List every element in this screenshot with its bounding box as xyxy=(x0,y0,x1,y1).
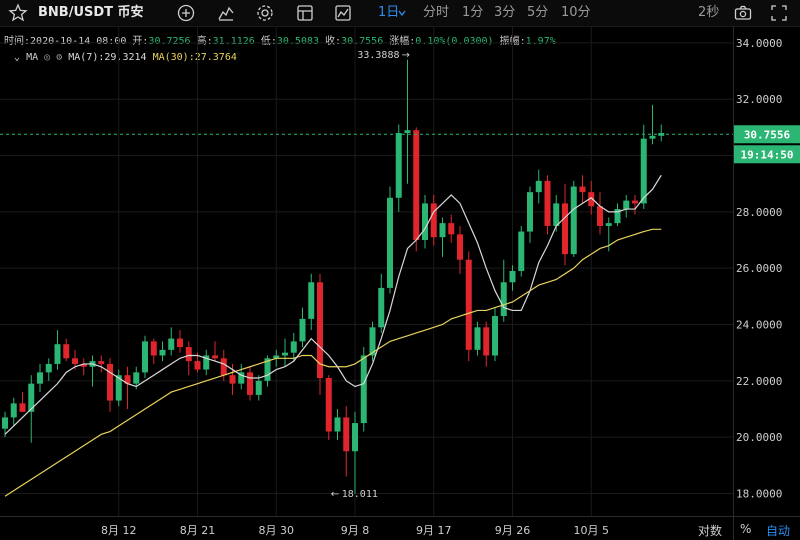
y-tick-label: 22.0000 xyxy=(736,375,782,388)
candle-down xyxy=(177,338,183,348)
candle-up xyxy=(500,282,507,317)
candle-down xyxy=(325,378,332,432)
y-tick-label: 28.0000 xyxy=(736,206,782,219)
candle-up xyxy=(387,197,393,288)
y-tick-label: 32.0000 xyxy=(736,93,782,106)
candle-up xyxy=(10,403,17,418)
candle-up xyxy=(308,282,315,319)
candle-up xyxy=(439,223,446,238)
candle-up xyxy=(640,138,647,204)
x-tick-label: 8月 30 xyxy=(259,524,295,537)
candle-up xyxy=(255,380,262,395)
candle-down xyxy=(448,223,455,235)
candle-up xyxy=(623,200,630,210)
candle-up xyxy=(422,203,428,241)
candle-up xyxy=(404,130,411,134)
x-tick-label: 9月 17 xyxy=(416,524,452,537)
candle-down xyxy=(413,130,420,241)
low-marker-label: 18.011 xyxy=(342,489,378,500)
candle-down xyxy=(247,372,253,395)
candle-down xyxy=(343,417,350,452)
candle-up xyxy=(133,372,140,384)
x-tick-label: 8月 12 xyxy=(101,524,137,537)
candle-up xyxy=(54,344,61,364)
candle-up xyxy=(290,341,297,353)
y-tick-label: 34.0000 xyxy=(736,37,782,50)
candle-up xyxy=(649,135,656,139)
x-tick-label: 9月 26 xyxy=(495,524,531,537)
log-scale-toggle[interactable]: 对数 xyxy=(698,522,722,539)
candle-down xyxy=(212,355,218,359)
candle-up xyxy=(605,223,612,226)
x-tick-label: 8月 21 xyxy=(180,524,216,537)
y-tick-label: 20.0000 xyxy=(736,431,782,444)
candle-up xyxy=(378,287,385,328)
y-tick-label: 24.0000 xyxy=(736,319,782,332)
y-tick-label: 26.0000 xyxy=(736,262,782,275)
candle-down xyxy=(579,186,586,193)
candle-up xyxy=(509,271,516,283)
candle-down xyxy=(63,344,70,359)
auto-scale-toggle[interactable]: 自动 xyxy=(766,522,790,539)
candle-down xyxy=(483,327,490,356)
candle-up xyxy=(142,341,148,373)
candle-down xyxy=(185,347,192,362)
candle-down xyxy=(632,200,638,204)
candle-up xyxy=(168,338,175,350)
candle-up xyxy=(518,231,525,271)
candle-down xyxy=(194,361,201,370)
candle-down xyxy=(465,259,472,350)
x-tick-label: 10月 5 xyxy=(574,524,610,537)
last-price-label: 30.7556 xyxy=(744,128,791,141)
candle-down xyxy=(562,203,568,255)
candle-down xyxy=(150,341,157,356)
candle-up xyxy=(352,423,358,452)
candle-up xyxy=(159,349,166,356)
candle-down xyxy=(19,403,26,412)
candle-up xyxy=(45,363,52,373)
candle-down xyxy=(107,363,113,401)
candle-up xyxy=(395,133,402,198)
y-tick-label: 18.0000 xyxy=(736,487,782,500)
percent-scale-toggle[interactable]: % xyxy=(740,522,751,536)
candle-down xyxy=(98,361,105,364)
candle-up xyxy=(570,186,577,255)
candle-up xyxy=(299,318,306,342)
candle-down xyxy=(597,206,603,226)
high-marker-arrow: → xyxy=(402,50,410,61)
candle-up xyxy=(492,316,498,356)
candle-down xyxy=(430,203,437,238)
countdown-label: 19:14:50 xyxy=(741,148,794,161)
candle-up xyxy=(37,372,43,384)
candle-down xyxy=(457,234,463,260)
low-marker-arrow: ← xyxy=(331,489,339,500)
candle-down xyxy=(229,375,236,384)
x-tick-label: 9月 8 xyxy=(341,524,370,537)
price-chart[interactable]: 34.000032.000030.000028.000026.000024.00… xyxy=(0,0,800,540)
candle-up xyxy=(360,355,367,424)
high-marker-label: 33.3888 xyxy=(357,50,399,61)
candle-down xyxy=(220,358,227,376)
candle-up xyxy=(334,417,341,432)
candle-up xyxy=(282,352,288,356)
candle-down xyxy=(72,358,78,364)
candle-up xyxy=(535,180,542,193)
candle-up xyxy=(474,327,481,350)
candle-down xyxy=(544,180,551,226)
candle-up xyxy=(2,417,8,429)
candle-up xyxy=(527,192,533,232)
candle-up xyxy=(553,203,560,226)
